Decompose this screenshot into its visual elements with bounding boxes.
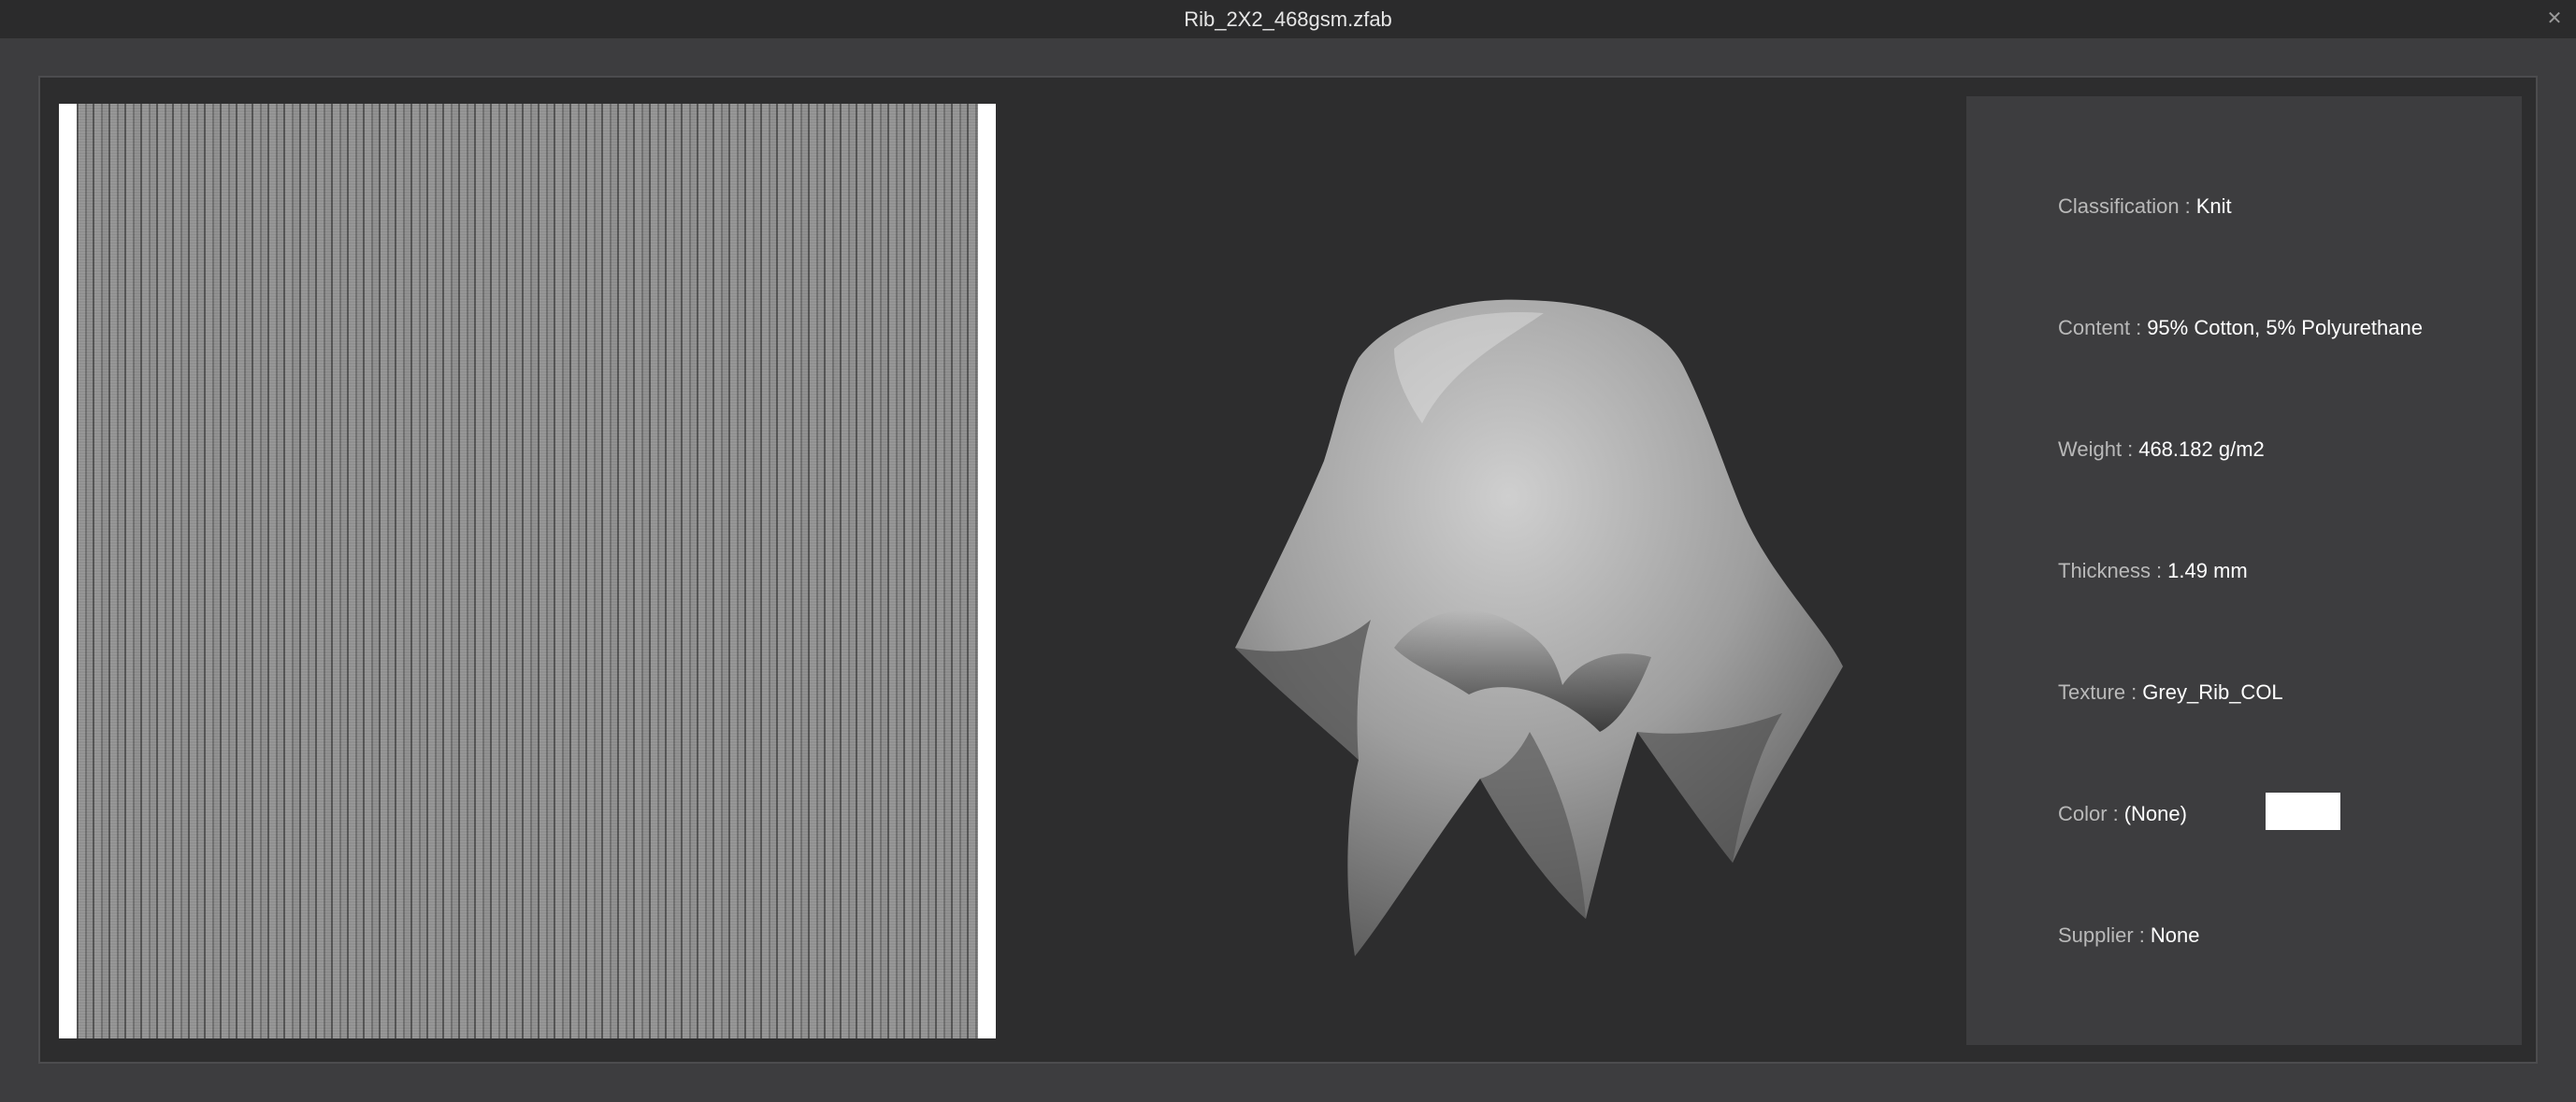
fabric-texture-swatch <box>59 104 996 1038</box>
close-icon[interactable]: ✕ <box>2533 0 2576 38</box>
weight-row: Weight:468.182 g/m2 <box>2058 431 2265 468</box>
color-swatch-chip[interactable] <box>2266 793 2340 830</box>
color-value: (None) <box>2123 802 2187 825</box>
content-label: Content <box>2058 316 2131 339</box>
window-title: Rib_2X2_468gsm.zfab <box>1184 7 1392 31</box>
classification-label: Classification <box>2058 194 2180 218</box>
color-row: Color: (None) <box>2058 795 2187 833</box>
fabric-properties: Classification: Knit Content:95% Cotton, … <box>1966 96 2522 1045</box>
separator: : <box>2156 559 2163 582</box>
separator: : <box>2184 194 2191 218</box>
weight-label: Weight <box>2058 437 2123 461</box>
texture-row: Texture: Grey_Rib_COL <box>2058 674 2283 711</box>
weight-value: 468.182 g/m2 <box>2138 437 2265 461</box>
separator: : <box>2136 316 2142 339</box>
classification-row: Classification: Knit <box>2058 188 2232 225</box>
separator: : <box>2112 802 2119 825</box>
rib-knit-texture <box>77 104 978 1038</box>
supplier-label: Supplier <box>2058 923 2134 947</box>
supplier-value: None <box>2150 923 2200 947</box>
fabric-info-panel: Classification: Knit Content:95% Cotton, … <box>38 76 2538 1064</box>
content-row: Content:95% Cotton, 5% Polyurethane <box>2058 309 2423 347</box>
classification-value: Knit <box>2195 194 2232 218</box>
content-value: 95% Cotton, 5% Polyurethane <box>2147 316 2423 339</box>
separator: : <box>2131 680 2137 704</box>
supplier-row: Supplier: None <box>2058 917 2199 954</box>
texture-label: Texture <box>2058 680 2126 704</box>
thickness-row: Thickness:1.49 mm <box>2058 552 2248 590</box>
thickness-value: 1.49 mm <box>2167 559 2248 582</box>
separator: : <box>2127 437 2134 461</box>
color-label: Color <box>2058 802 2108 825</box>
texture-value: Grey_Rib_COL <box>2142 680 2283 704</box>
title-bar: Rib_2X2_468gsm.zfab ✕ <box>0 0 2576 38</box>
draped-fabric-preview <box>1235 299 1843 957</box>
thickness-label: Thickness <box>2058 559 2151 582</box>
separator: : <box>2138 923 2145 947</box>
